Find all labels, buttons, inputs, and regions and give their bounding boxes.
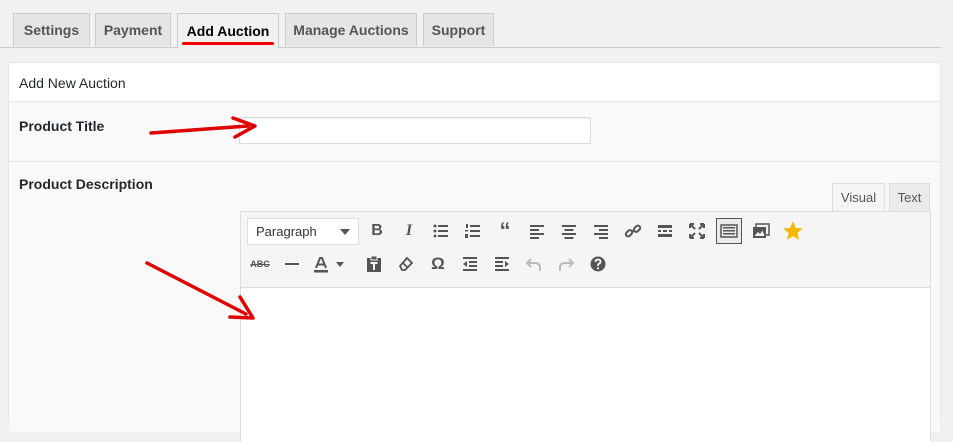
tab-payment[interactable]: Payment	[95, 13, 171, 46]
align-left-icon[interactable]	[524, 218, 550, 244]
add-media-icon[interactable]	[748, 218, 774, 244]
undo-icon[interactable]	[521, 251, 547, 277]
add-auction-panel: Add New Auction Product Title Product De…	[8, 62, 941, 442]
tab-manage-auctions[interactable]: Manage Auctions	[285, 13, 417, 46]
star-icon[interactable]	[780, 218, 806, 244]
product-title-input[interactable]	[239, 117, 591, 144]
bold-icon[interactable]: B	[364, 218, 390, 244]
product-description-label: Product Description	[19, 176, 153, 192]
product-title-row: Product Title	[9, 102, 940, 162]
panel-heading: Add New Auction	[19, 75, 126, 91]
tab-support[interactable]: Support	[423, 13, 494, 46]
editor-tab-text[interactable]: Text	[889, 183, 930, 211]
align-center-icon[interactable]	[556, 218, 582, 244]
align-right-icon[interactable]	[588, 218, 614, 244]
active-tab-underline	[182, 42, 274, 45]
tab-settings[interactable]: Settings	[13, 13, 90, 46]
toolbar-toggle-icon[interactable]	[716, 218, 742, 244]
editor-toolbar: Paragraph B I “ ABC Ω	[241, 212, 930, 288]
help-icon[interactable]	[585, 251, 611, 277]
special-character-icon[interactable]: Ω	[425, 251, 451, 277]
product-description-row: Product Description Visual Text Paragrap…	[9, 162, 940, 442]
clear-formatting-icon[interactable]	[393, 251, 419, 277]
editor-tab-visual[interactable]: Visual	[832, 183, 885, 211]
indent-icon[interactable]	[489, 251, 515, 277]
link-icon[interactable]	[620, 218, 646, 244]
read-more-icon[interactable]	[652, 218, 678, 244]
format-select[interactable]: Paragraph	[247, 218, 359, 245]
numbered-list-icon[interactable]	[460, 218, 486, 244]
bulleted-list-icon[interactable]	[428, 218, 454, 244]
fullscreen-icon[interactable]	[684, 218, 710, 244]
chevron-down-icon	[340, 229, 350, 235]
product-title-label: Product Title	[19, 118, 105, 134]
redo-icon[interactable]	[553, 251, 579, 277]
panel-header: Add New Auction	[9, 63, 940, 102]
text-color-icon[interactable]	[311, 251, 331, 277]
outdent-icon[interactable]	[457, 251, 483, 277]
editor-content-area[interactable]	[241, 288, 930, 442]
nav-tabs: Settings Payment Add Auction Manage Auct…	[0, 0, 941, 48]
text-color-dropdown-icon[interactable]	[333, 251, 347, 277]
italic-icon[interactable]: I	[396, 218, 422, 244]
strikethrough-icon[interactable]: ABC	[247, 251, 273, 277]
blockquote-icon[interactable]: “	[492, 218, 518, 244]
horizontal-line-icon[interactable]	[279, 251, 305, 277]
paste-as-text-icon[interactable]	[361, 251, 387, 277]
rich-text-editor: Paragraph B I “ ABC Ω	[240, 211, 931, 442]
